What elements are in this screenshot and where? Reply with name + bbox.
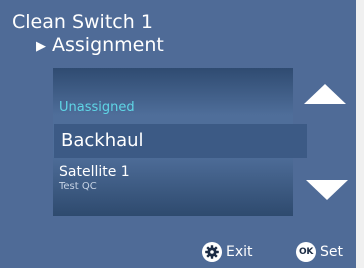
breadcrumb: ▶ Assignment — [36, 34, 164, 59]
gear-icon — [202, 242, 222, 262]
screen-edge — [356, 0, 364, 268]
ok-icon-text: OK — [298, 247, 314, 257]
gear-icon-graphic — [205, 245, 219, 259]
breadcrumb-label: Assignment — [52, 34, 164, 56]
scroll-up-icon[interactable] — [304, 84, 346, 104]
list-item-satellite-1[interactable]: Satellite 1 — [59, 164, 130, 180]
exit-label: Exit — [226, 244, 253, 260]
page-title: Clean Switch 1 — [12, 11, 153, 33]
device-screen: Clean Switch 1 ▶ Assignment Unassigned Sa… — [0, 0, 356, 268]
list-item-satellite-1-subtitle: Test QC — [59, 181, 97, 192]
exit-button[interactable]: Exit — [202, 241, 253, 263]
breadcrumb-arrow-icon: ▶ — [36, 39, 46, 54]
set-button[interactable]: OK Set — [296, 241, 343, 263]
ok-icon: OK — [296, 242, 316, 262]
list-item-unassigned[interactable]: Unassigned — [59, 100, 135, 115]
set-label: Set — [320, 244, 343, 260]
list-item-backhaul-selected[interactable]: Backhaul — [54, 124, 307, 158]
scroll-down-icon[interactable] — [306, 180, 348, 200]
